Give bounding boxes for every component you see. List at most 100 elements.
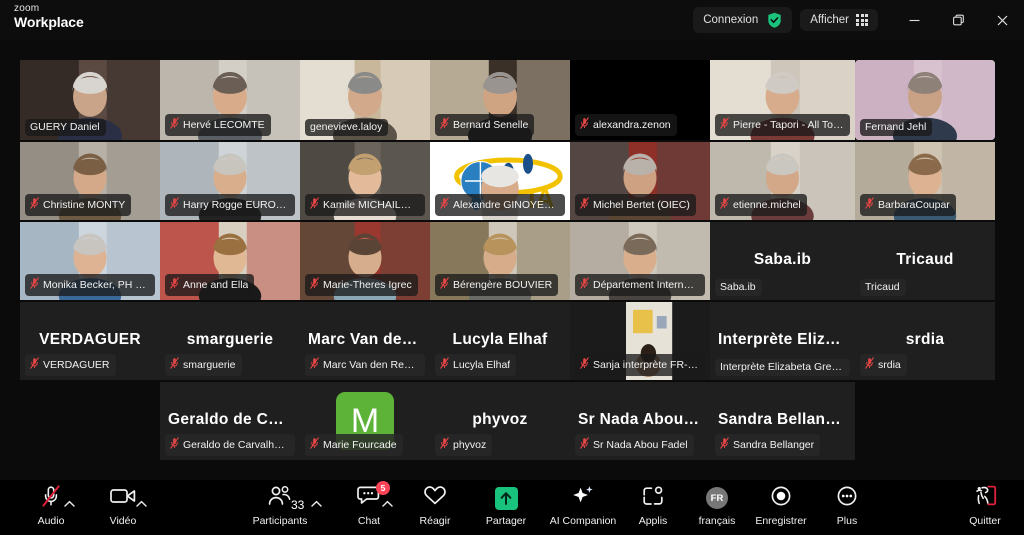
participant-name: srdia xyxy=(878,358,901,371)
toolbar-more-button[interactable]: Plus xyxy=(812,486,882,527)
participant-tile[interactable]: phyvoz phyvoz xyxy=(430,382,570,460)
toolbar-audio-button[interactable]: Audio xyxy=(16,484,86,527)
participant-tile[interactable]: Saba.ib Saba.ib xyxy=(710,222,855,300)
participant-name-tag: etienne.michel xyxy=(715,194,807,216)
participant-tile[interactable]: alexandra.zenon xyxy=(570,60,710,140)
participant-tile[interactable]: Bernard Senelle xyxy=(430,60,570,140)
participant-display-name: Saba.ib xyxy=(753,251,812,269)
grid-icon xyxy=(856,14,868,26)
connection-status-button[interactable]: Connexion xyxy=(693,7,793,33)
chevron-up-icon[interactable] xyxy=(311,500,323,512)
restore-icon[interactable] xyxy=(936,0,980,40)
zoom-logo: zoom Workplace xyxy=(14,3,84,30)
minimize-icon[interactable] xyxy=(892,0,936,40)
toolbar-lang-button[interactable]: FR français xyxy=(682,486,752,527)
toolbar-participants-button[interactable]: 33 Participants xyxy=(245,485,322,527)
participant-name: alexandra.zenon xyxy=(593,118,671,131)
toolbar-participants-label: Participants xyxy=(252,515,308,527)
view-layout-button[interactable]: Afficher xyxy=(800,9,878,31)
microphone-muted-icon xyxy=(865,196,874,214)
participant-tile[interactable]: VERDAGUER VERDAGUER xyxy=(20,302,160,380)
participant-tile[interactable]: M Marie Fourcade xyxy=(300,382,430,460)
participant-name: Sanja interprète FR-EN xyxy=(593,358,699,371)
gallery-row: VERDAGUER VERDAGUER smarguerie smarguerie Ma… xyxy=(20,302,995,380)
participant-tile[interactable]: Kamile MICHAILOVSKYTE xyxy=(300,142,430,220)
gallery-row: Monika Becker, PH Schw… Anne and Ella Ma… xyxy=(20,222,995,300)
close-icon[interactable] xyxy=(980,0,1024,40)
heart-icon xyxy=(423,485,447,511)
apps-icon xyxy=(641,485,665,512)
brand-workplace-text: Workplace xyxy=(14,13,84,30)
participant-tile[interactable]: Département Internation… xyxy=(570,222,710,300)
participant-tile[interactable]: Sandra Bellanger Sandra Bellanger xyxy=(710,382,855,460)
participants-icon xyxy=(268,485,292,511)
participant-name: VERDAGUER xyxy=(43,358,110,371)
microphone-muted-icon xyxy=(580,116,589,134)
participant-tile[interactable]: etienne.michel xyxy=(710,142,855,220)
microphone-muted-icon xyxy=(580,276,589,294)
participant-tile[interactable]: Monika Becker, PH Schw… xyxy=(20,222,160,300)
toolbar-share-button[interactable]: Partager xyxy=(471,486,541,527)
microphone-muted-icon xyxy=(580,196,589,214)
microphone-muted-icon xyxy=(170,116,179,134)
microphone-muted-icon xyxy=(440,116,449,134)
participant-tile[interactable]: Anne and Ella xyxy=(160,222,300,300)
participant-name: Bernard Senelle xyxy=(453,118,529,131)
participant-tile[interactable]: Pierre - Tapori - All Toget… xyxy=(710,60,855,140)
toolbar-ai-button[interactable]: AI Companion xyxy=(548,485,618,527)
microphone-muted-icon xyxy=(170,276,179,294)
chevron-up-icon[interactable] xyxy=(64,500,76,512)
participant-name-tag: Interprète Elizabeta Greneron xyxy=(715,359,850,376)
participant-display-name: srdia xyxy=(905,331,945,349)
participant-tile[interactable]: Marie-Theres Igrec xyxy=(300,222,430,300)
chevron-up-icon[interactable] xyxy=(136,500,148,512)
toolbar-leave-button[interactable]: Quitter xyxy=(950,485,1020,527)
microphone-muted-icon xyxy=(310,436,319,454)
participant-tile[interactable]: Lucyla Elhaf Lucyla Elhaf xyxy=(430,302,570,380)
participant-tile[interactable]: Tricaud Tricaud xyxy=(855,222,995,300)
microphone-muted-icon xyxy=(30,276,39,294)
participant-tile[interactable]: Michel Bertet (OIEC) xyxy=(570,142,710,220)
participant-tile[interactable]: Sanja interprète FR-EN xyxy=(570,302,710,380)
share-up-arrow-icon xyxy=(494,486,518,510)
record-icon xyxy=(769,485,793,512)
title-bar: zoom Workplace Connexion Afficher xyxy=(0,0,1024,40)
participant-tile[interactable]: IA Alexandre GINOYER CMA… xyxy=(430,142,570,220)
microphone-muted-icon xyxy=(170,356,179,374)
participant-tile[interactable]: Hervé LECOMTE xyxy=(160,60,300,140)
participant-name: Marc Van den Reeck, The … xyxy=(323,358,419,371)
participant-tile[interactable]: Fernand Jehl xyxy=(855,60,995,140)
participant-tile[interactable]: Geraldo de Car… Geraldo de Carvalho, FIPL… xyxy=(160,382,300,460)
toolbar-react-button[interactable]: Réagir xyxy=(400,486,470,527)
participant-name-tag: Marc Van den Reeck, The … xyxy=(305,354,425,376)
toolbar-record-button[interactable]: Enregistrer xyxy=(746,486,816,527)
microphone-muted-icon xyxy=(170,196,179,214)
toolbar-video-label: Vidéo xyxy=(109,515,137,527)
microphone-muted-icon xyxy=(720,436,729,454)
gallery-row: Geraldo de Car… Geraldo de Carvalho, FIPL… xyxy=(160,382,855,460)
participant-display-name: Tricaud xyxy=(896,251,954,269)
participant-tile[interactable]: GUERY Daniel xyxy=(20,60,160,140)
participant-display-name: Sr Nada Abou F… xyxy=(578,411,710,429)
participant-tile[interactable]: genevieve.laloy xyxy=(300,60,430,140)
toolbar-apps-button[interactable]: Applis xyxy=(618,485,688,527)
microphone-muted-icon xyxy=(580,356,589,374)
participant-tile[interactable]: Interprète Eliza… Interprète Elizabeta Gr… xyxy=(710,302,855,380)
participant-tile[interactable]: Christine MONTY xyxy=(20,142,160,220)
participant-tile[interactable]: Sr Nada Abou F… Sr Nada Abou Fadel xyxy=(570,382,710,460)
toolbar-chat-button[interactable]: 5 Chat xyxy=(334,481,404,527)
microphone-muted-icon xyxy=(720,196,729,214)
participant-tile[interactable]: Marc Van den R… Marc Van den Reeck, The … xyxy=(300,302,430,380)
participant-name: Bérengère BOUVIER xyxy=(453,278,553,291)
participant-tile[interactable]: Bérengère BOUVIER xyxy=(430,222,570,300)
participant-name-tag: Département Internation… xyxy=(575,274,705,296)
chevron-up-icon[interactable] xyxy=(382,500,394,512)
participant-name: Monika Becker, PH Schw… xyxy=(43,278,149,291)
participant-tile[interactable]: srdia srdia xyxy=(855,302,995,380)
participant-tile[interactable]: BarbaraCoupar xyxy=(855,142,995,220)
participant-tile[interactable]: smarguerie smarguerie xyxy=(160,302,300,380)
participant-tile[interactable]: Harry Rogge EUROGEO xyxy=(160,142,300,220)
connection-label: Connexion xyxy=(703,14,759,26)
toolbar-video-button[interactable]: Vidéo xyxy=(88,486,158,527)
participant-name-tag: BarbaraCoupar xyxy=(860,194,956,216)
